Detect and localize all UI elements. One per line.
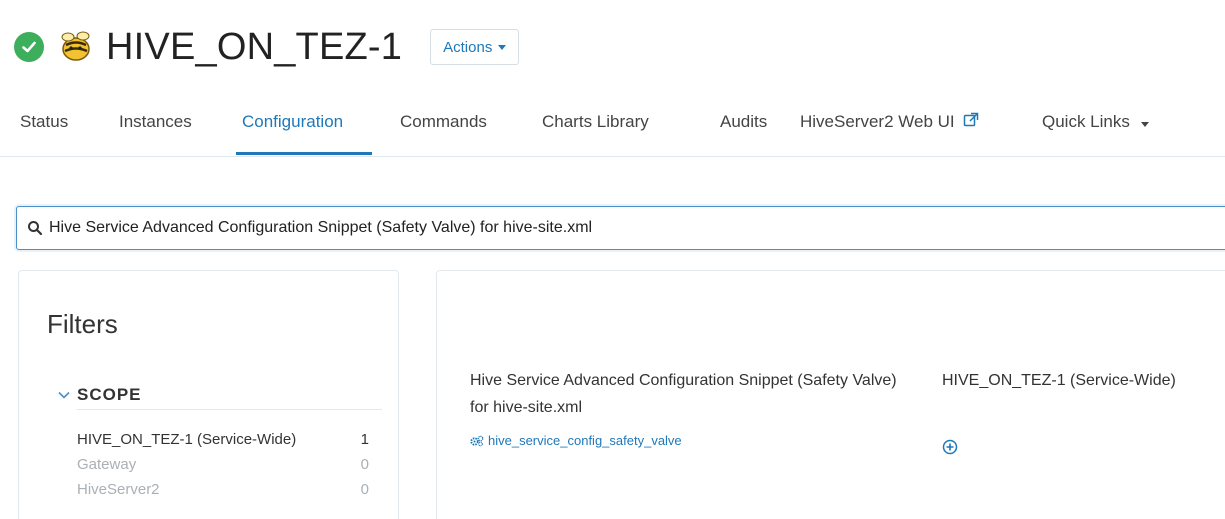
tab-audits[interactable]: Audits — [720, 112, 767, 132]
actions-label: Actions — [443, 38, 493, 56]
filter-item-label: HiveServer2 — [77, 481, 160, 498]
config-results-panel: Hive Service Advanced Configuration Snip… — [436, 270, 1225, 519]
property-display-name: Hive Service Advanced Configuration Snip… — [470, 372, 897, 416]
external-link-icon — [963, 112, 979, 133]
property-key: hive_service_config_safety_valve — [488, 433, 682, 448]
filters-panel: Filters SCOPE HIVE_ON_TEZ-1 (Service-Wid… — [18, 270, 399, 519]
chevron-down-icon — [57, 390, 71, 400]
gears-icon — [470, 435, 484, 447]
scope-divider — [77, 409, 382, 410]
tab-label: Configuration — [242, 112, 344, 131]
tab-label: Quick Links — [1042, 112, 1130, 131]
filter-item-hiveserver2[interactable]: HiveServer2 0 — [77, 481, 369, 498]
filter-item-label: HIVE_ON_TEZ-1 (Service-Wide) — [77, 431, 297, 448]
active-tab-indicator — [236, 152, 372, 155]
tab-label: Charts Library — [542, 112, 649, 131]
filter-item-label: Gateway — [77, 456, 137, 473]
service-title: HIVE_ON_TEZ-1 — [106, 25, 403, 68]
tab-label: Audits — [720, 112, 768, 131]
page: HIVE_ON_TEZ-1 Actions Status Instances C… — [0, 0, 1225, 519]
property-key-link[interactable]: hive_service_config_safety_valve — [470, 433, 682, 448]
scope-section-toggle[interactable]: SCOPE — [57, 385, 142, 405]
filters-title: Filters — [47, 309, 118, 339]
filter-item-count: 0 — [360, 481, 369, 498]
tab-label: HiveServer2 Web UI — [800, 112, 955, 131]
tab-label: Instances — [119, 112, 192, 131]
search-icon — [27, 220, 43, 236]
tab-label: Commands — [400, 112, 487, 131]
tab-hiveserver2-web-ui[interactable]: HiveServer2 Web UI — [800, 112, 979, 133]
scope-label: SCOPE — [77, 385, 142, 404]
tab-instances[interactable]: Instances — [119, 112, 192, 132]
actions-dropdown-button[interactable]: Actions — [430, 29, 520, 65]
filter-item-count: 0 — [360, 456, 369, 473]
caret-down-icon — [498, 44, 507, 50]
service-tabs: Status Instances Configuration Commands … — [0, 100, 1225, 157]
search-input[interactable] — [49, 219, 1199, 237]
caret-down-icon — [1140, 122, 1149, 127]
filter-item-count: 1 — [360, 431, 369, 448]
check-circle-icon — [14, 32, 44, 62]
tab-status[interactable]: Status — [20, 112, 68, 132]
tab-configuration[interactable]: Configuration — [242, 112, 343, 132]
tab-commands[interactable]: Commands — [400, 112, 487, 132]
hive-bee-icon — [56, 27, 96, 67]
config-search-box[interactable] — [16, 206, 1225, 250]
service-header: HIVE_ON_TEZ-1 Actions — [14, 22, 520, 72]
filter-item-gateway[interactable]: Gateway 0 — [77, 456, 369, 473]
tab-label: Status — [20, 112, 69, 131]
tab-quick-links[interactable]: Quick Links — [1042, 112, 1149, 132]
property-scope: HIVE_ON_TEZ-1 (Service-Wide) — [942, 372, 1176, 389]
tab-charts-library[interactable]: Charts Library — [542, 112, 649, 132]
filter-item-service-wide[interactable]: HIVE_ON_TEZ-1 (Service-Wide) 1 — [77, 431, 369, 448]
add-value-icon[interactable] — [942, 439, 958, 455]
